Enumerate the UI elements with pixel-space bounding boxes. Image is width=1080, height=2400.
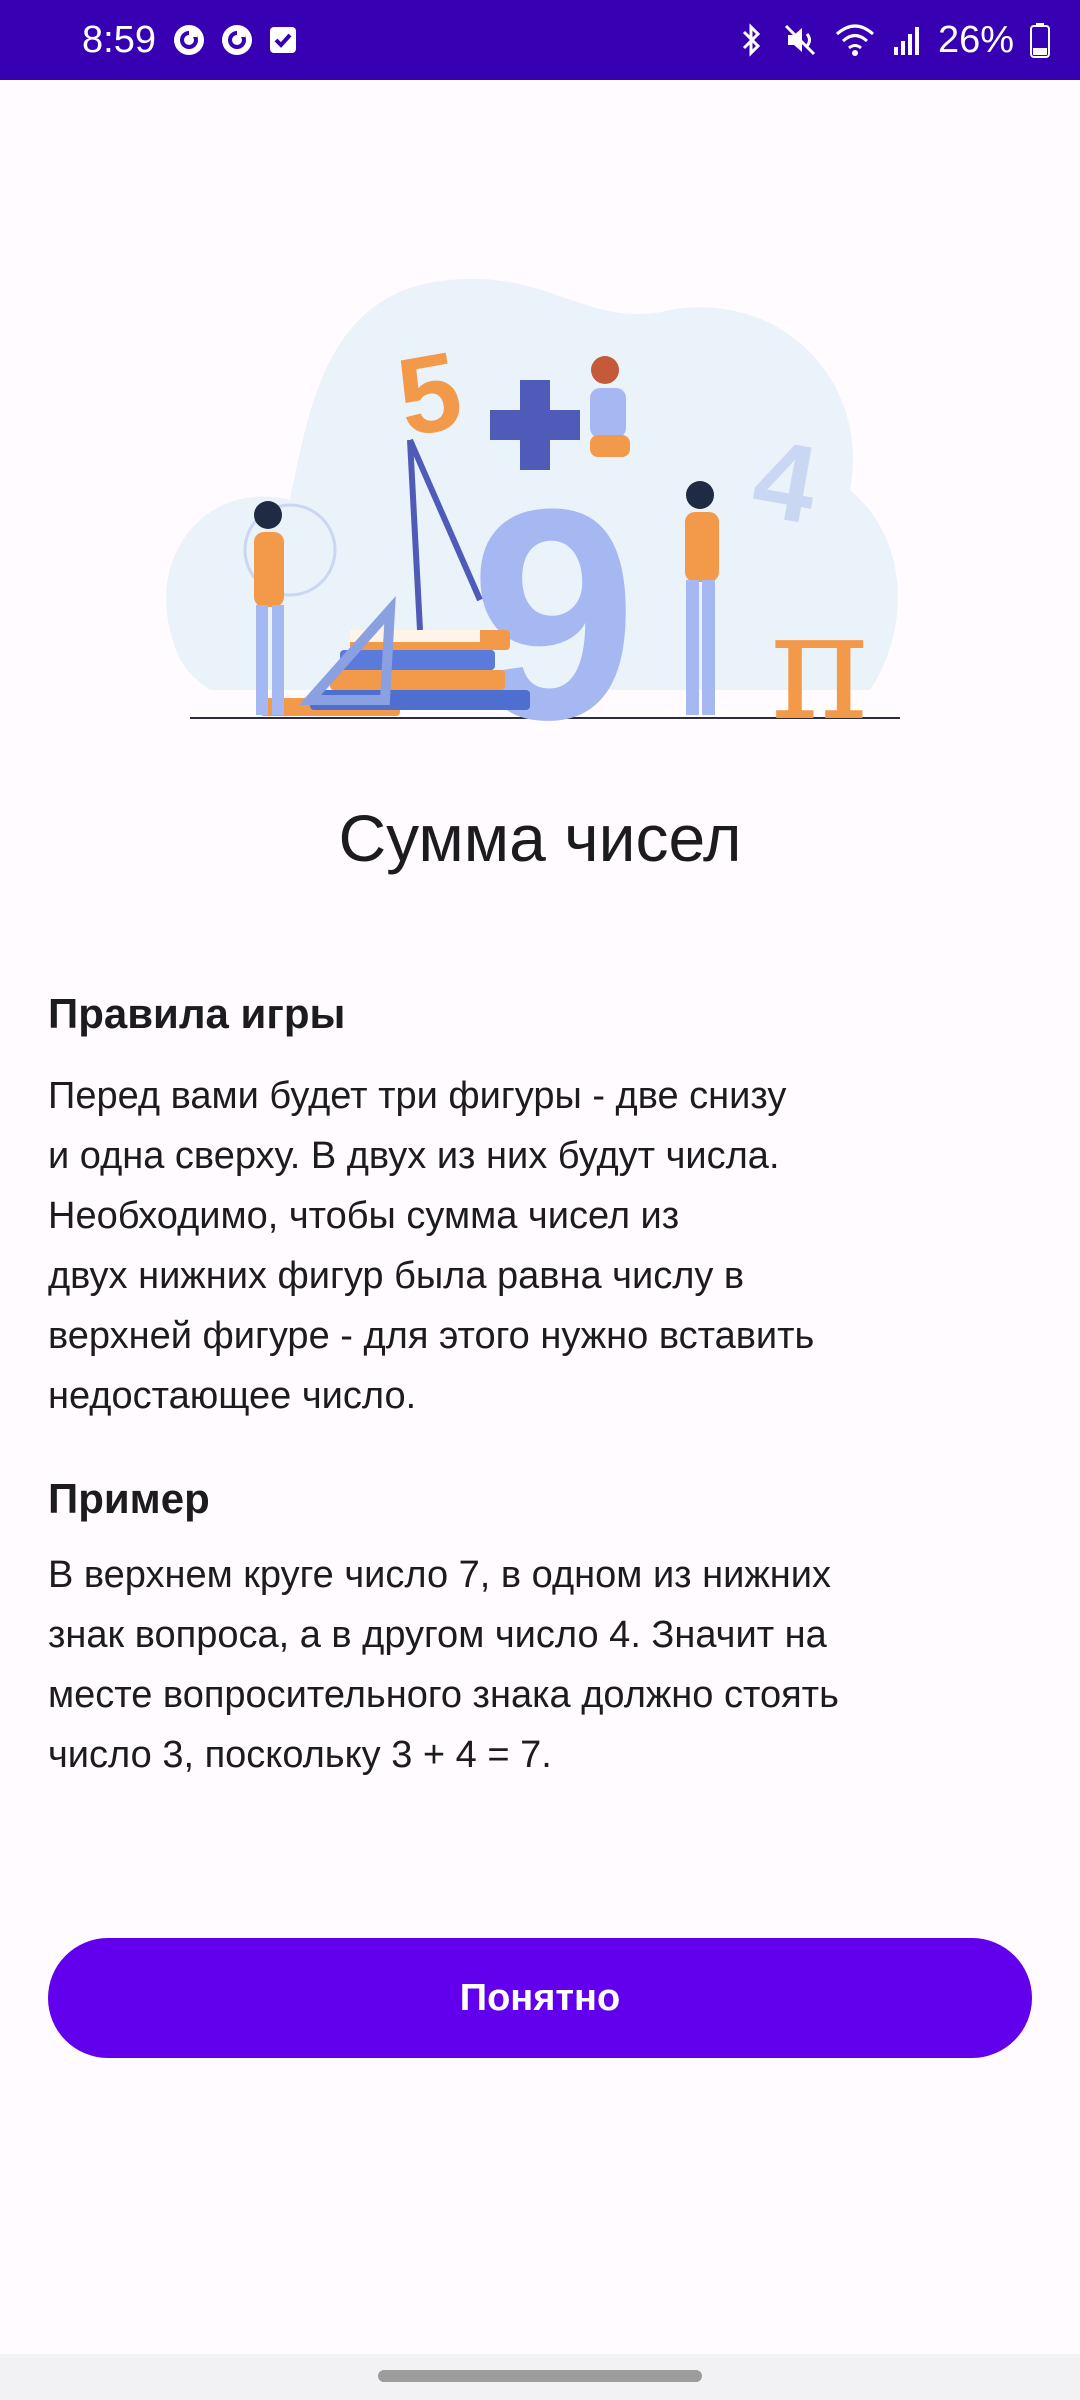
sync-icon bbox=[222, 25, 252, 55]
rules-text: Перед вами будет три фигуры - две снизу … bbox=[48, 1075, 815, 1417]
status-bar: 8:59 26% bbox=[0, 0, 1080, 80]
navigation-bar bbox=[0, 2354, 1080, 2400]
status-time: 8:59 bbox=[82, 19, 156, 61]
mute-icon bbox=[784, 24, 815, 56]
math-study-illustration-icon: 5 4 9 π bbox=[166, 278, 900, 730]
status-left-icons bbox=[172, 0, 298, 80]
bluetooth-icon bbox=[742, 23, 761, 57]
signal-icon bbox=[893, 27, 919, 55]
example-heading: Пример bbox=[48, 1475, 210, 1522]
example-text: В верхнем круге число 7, в одном из нижн… bbox=[48, 1554, 839, 1776]
svg-text:π: π bbox=[770, 580, 869, 730]
checkbox-icon bbox=[270, 27, 296, 53]
ok-button[interactable]: Понятно bbox=[48, 1938, 1032, 2058]
sync-icon bbox=[174, 25, 204, 55]
battery-icon bbox=[1030, 23, 1050, 58]
page-title: Сумма чисел bbox=[338, 801, 742, 875]
wifi-icon bbox=[835, 24, 874, 56]
battery-percent: 26% bbox=[937, 18, 1014, 61]
status-right-icons: 26% bbox=[736, 0, 1050, 80]
gesture-handle[interactable] bbox=[378, 2370, 702, 2382]
rules-heading: Правила игры bbox=[48, 990, 346, 1037]
